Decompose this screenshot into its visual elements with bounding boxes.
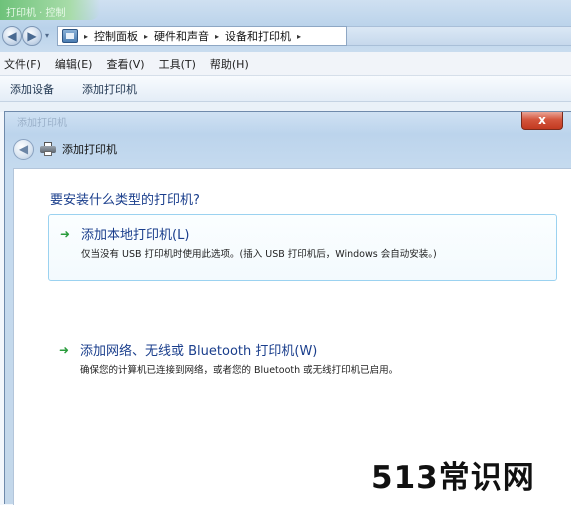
explorer-title-area: 打印机 · 控制 [0, 0, 100, 20]
breadcrumb-hardware-sound[interactable]: 硬件和声音 [154, 28, 209, 44]
back-arrow-icon: ◀ [7, 29, 17, 43]
add-printer-button[interactable]: 添加打印机 [82, 81, 137, 97]
back-arrow-icon: ◀ [18, 142, 29, 156]
add-device-button[interactable]: 添加设备 [10, 81, 54, 97]
close-button[interactable]: x [521, 112, 563, 130]
dialog-nav-bar: ◀ 添加打印机 [13, 137, 117, 161]
close-icon: x [538, 113, 546, 127]
address-bar[interactable]: ▸ 控制面板 ▸ 硬件和声音 ▸ 设备和打印机 ▸ [57, 26, 347, 46]
dialog-title: 添加打印机 [62, 143, 117, 156]
green-arrow-icon: ➜ [58, 342, 70, 357]
menu-view[interactable]: 查看(V) [106, 56, 144, 72]
add-local-printer-option[interactable]: ➜ 添加本地打印机(L) 仅当没有 USB 打印机时使用此选项。(插入 USB … [48, 214, 557, 281]
chevron-right-icon[interactable]: ▸ [297, 32, 301, 41]
breadcrumb-control-panel[interactable]: 控制面板 [94, 28, 138, 44]
chevron-right-icon[interactable]: ▸ [144, 32, 148, 41]
recent-pages-dropdown[interactable]: ▾ [45, 31, 54, 40]
dialog-back-button[interactable]: ◀ [13, 138, 34, 160]
breadcrumb-devices-printers[interactable]: 设备和打印机 [225, 28, 291, 44]
address-bar-extension [347, 26, 571, 46]
menu-help[interactable]: 帮助(H) [210, 56, 249, 72]
dialog-caption: 添加打印机 [17, 118, 67, 129]
option-description: 仅当没有 USB 打印机时使用此选项。(插入 USB 打印机后，Windows … [81, 249, 437, 260]
command-toolbar: 添加设备 添加打印机 [0, 76, 571, 102]
option-title[interactable]: 添加网络、无线或 Bluetooth 打印机(W) [80, 340, 317, 359]
menu-bar: 文件(F) 编辑(E) 查看(V) 工具(T) 帮助(H) [0, 52, 571, 76]
option-description: 确保您的计算机已连接到网络，或者您的 Bluetooth 或无线打印机已启用。 [80, 365, 399, 376]
printer-icon [40, 142, 56, 156]
watermark: 513常识网 [371, 460, 535, 496]
add-printer-dialog: 添加打印机 x ◀ 添加打印机 要安装什么类型的打印机? ➜ 添加本地打印机(L… [4, 111, 571, 505]
option-title[interactable]: 添加本地打印机(L) [81, 224, 189, 243]
page-heading: 要安装什么类型的打印机? [50, 193, 200, 208]
forward-arrow-icon: ▶ [27, 29, 37, 43]
explorer-title-text: 打印机 · 控制 [6, 8, 66, 19]
add-network-printer-option[interactable]: ➜ 添加网络、无线或 Bluetooth 打印机(W) 确保您的计算机已连接到网… [48, 331, 557, 391]
explorer-titlebar: 打印机 · 控制 ◀ ▶ ▾ ▸ 控制面板 ▸ 硬件和声音 ▸ 设备和打印机 ▸ [0, 0, 571, 52]
menu-tools[interactable]: 工具(T) [159, 56, 196, 72]
menu-edit[interactable]: 编辑(E) [55, 56, 93, 72]
forward-button[interactable]: ▶ [22, 26, 42, 46]
green-arrow-icon: ➜ [59, 226, 71, 241]
chevron-right-icon[interactable]: ▸ [215, 32, 219, 41]
back-button[interactable]: ◀ [2, 26, 22, 46]
menu-file[interactable]: 文件(F) [4, 56, 41, 72]
control-panel-icon [62, 29, 78, 43]
chevron-right-icon[interactable]: ▸ [84, 32, 88, 41]
